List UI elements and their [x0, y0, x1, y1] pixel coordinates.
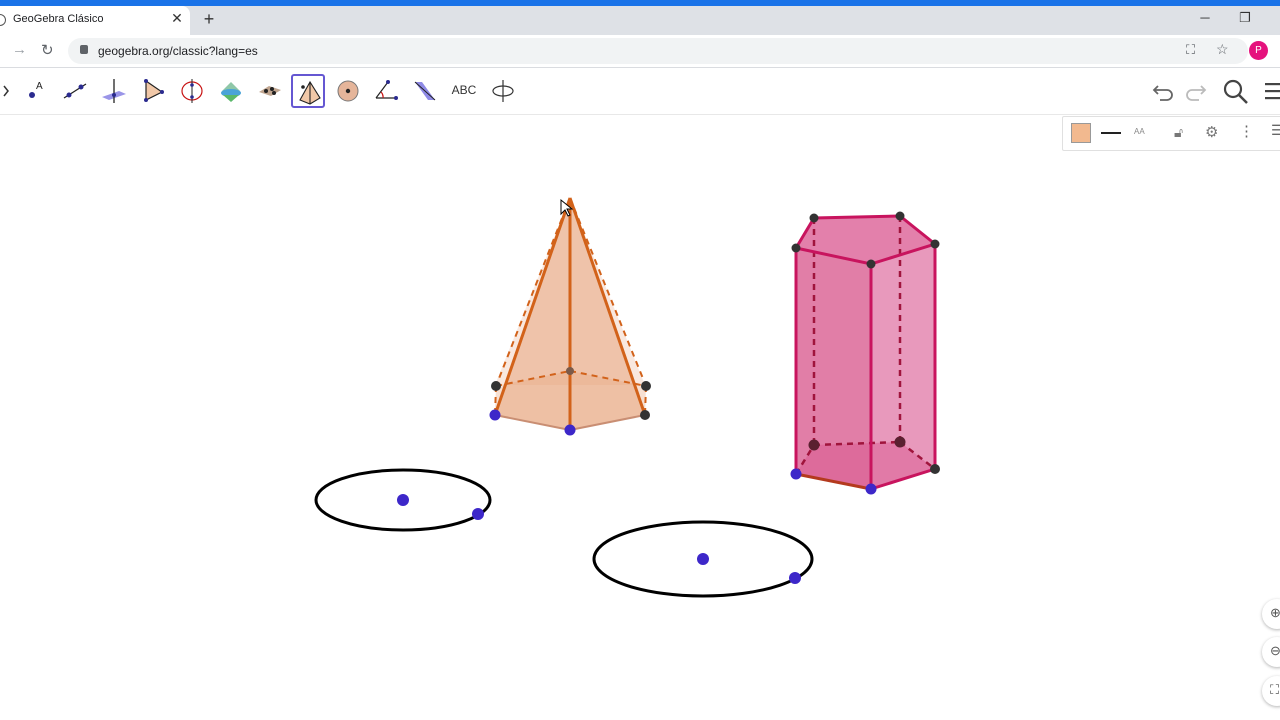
- close-tab-icon[interactable]: ✕: [169, 10, 185, 27]
- restore-window-button[interactable]: ❐: [1235, 10, 1255, 26]
- zoom-out-icon: ⊖: [1270, 643, 1280, 658]
- graphics-view[interactable]: [0, 115, 1280, 720]
- point[interactable]: [894, 436, 906, 448]
- point[interactable]: [397, 494, 409, 506]
- point-icon: A: [29, 81, 43, 98]
- tool-plane-points[interactable]: [253, 74, 287, 108]
- point[interactable]: [865, 483, 877, 495]
- tool-move[interactable]: [0, 74, 16, 108]
- address-bar[interactable]: geogebra.org/classic?lang=es ⛶ ☆: [68, 38, 1248, 64]
- point[interactable]: [472, 508, 484, 520]
- move-icon: [3, 85, 9, 97]
- browser-tab[interactable]: GeoGebra Clásico ✕: [0, 6, 190, 35]
- point[interactable]: [930, 239, 940, 249]
- tool-pyramid[interactable]: [291, 74, 325, 108]
- tool-rotate-view[interactable]: [486, 74, 520, 108]
- angle-icon: [375, 80, 398, 100]
- tool-reflect[interactable]: [408, 74, 442, 108]
- rotate-view-icon: [492, 80, 514, 102]
- circle-1[interactable]: [314, 468, 492, 532]
- point[interactable]: [564, 424, 576, 436]
- point[interactable]: [930, 464, 940, 474]
- tab-strip: GeoGebra Clásico ✕ + ─ ❐: [0, 6, 1280, 35]
- point[interactable]: [895, 211, 905, 221]
- sphere-icon: [337, 80, 359, 102]
- hexagonal-prism[interactable]: [790, 211, 941, 495]
- point[interactable]: [808, 439, 820, 451]
- tool-polygon[interactable]: [136, 74, 170, 108]
- redo-icon[interactable]: [1183, 78, 1209, 104]
- translate-icon[interactable]: ⛶: [1186, 42, 1195, 58]
- polygon-icon: [144, 79, 164, 102]
- tool-text[interactable]: ABC: [447, 74, 481, 108]
- search-icon[interactable]: [1222, 78, 1250, 106]
- tool-cone[interactable]: [214, 74, 248, 108]
- pyramid-icon: [299, 80, 321, 105]
- bookmark-star-icon[interactable]: ☆: [1216, 41, 1229, 58]
- zoom-in-icon: ⊕: [1270, 605, 1280, 620]
- url-text[interactable]: geogebra.org/classic?lang=es: [98, 44, 258, 58]
- line-icon: [63, 83, 87, 99]
- point[interactable]: [809, 213, 819, 223]
- text-tool-label: ABC: [451, 83, 477, 97]
- circle-2[interactable]: [592, 520, 814, 598]
- point[interactable]: [566, 367, 574, 375]
- geogebra-favicon-icon: [0, 14, 6, 26]
- geogebra-toolbar: A ABC: [0, 68, 1280, 115]
- reload-icon[interactable]: ↻: [41, 41, 54, 59]
- cone-intersect-icon: [221, 82, 241, 102]
- point[interactable]: [789, 572, 801, 584]
- tool-circle-axis[interactable]: [175, 74, 209, 108]
- tool-point[interactable]: A: [19, 74, 53, 108]
- point[interactable]: [491, 381, 501, 391]
- point[interactable]: [866, 259, 876, 269]
- tool-sphere[interactable]: [331, 74, 365, 108]
- point[interactable]: [790, 468, 802, 480]
- point[interactable]: [791, 243, 801, 253]
- fullscreen-icon: ⛶: [1270, 682, 1280, 697]
- main-menu-icon[interactable]: [1263, 78, 1280, 104]
- browser-toolbar: → ↻ geogebra.org/classic?lang=es ⛶ ☆: [0, 35, 1280, 68]
- tab-title: GeoGebra Clásico: [13, 13, 104, 25]
- forward-arrow-icon[interactable]: →: [12, 41, 27, 58]
- point[interactable]: [697, 553, 709, 565]
- svg-text:A: A: [36, 81, 43, 92]
- reflect-plane-icon: [414, 81, 436, 101]
- lock-icon: [80, 45, 88, 54]
- point[interactable]: [489, 409, 501, 421]
- minimize-window-button[interactable]: ─: [1195, 10, 1215, 25]
- pyramid[interactable]: [489, 197, 652, 436]
- profile-avatar[interactable]: P: [1249, 41, 1268, 60]
- point[interactable]: [640, 410, 650, 420]
- plane-points-icon: [259, 86, 281, 96]
- point[interactable]: [641, 381, 651, 391]
- tool-angle[interactable]: [369, 74, 403, 108]
- tool-line[interactable]: [58, 74, 92, 108]
- circle-axis-icon: [181, 79, 203, 103]
- tool-perpendicular-line[interactable]: [97, 74, 131, 108]
- new-tab-button[interactable]: +: [200, 9, 218, 30]
- perpendicular-line-icon: [102, 79, 126, 103]
- undo-icon[interactable]: [1150, 78, 1176, 104]
